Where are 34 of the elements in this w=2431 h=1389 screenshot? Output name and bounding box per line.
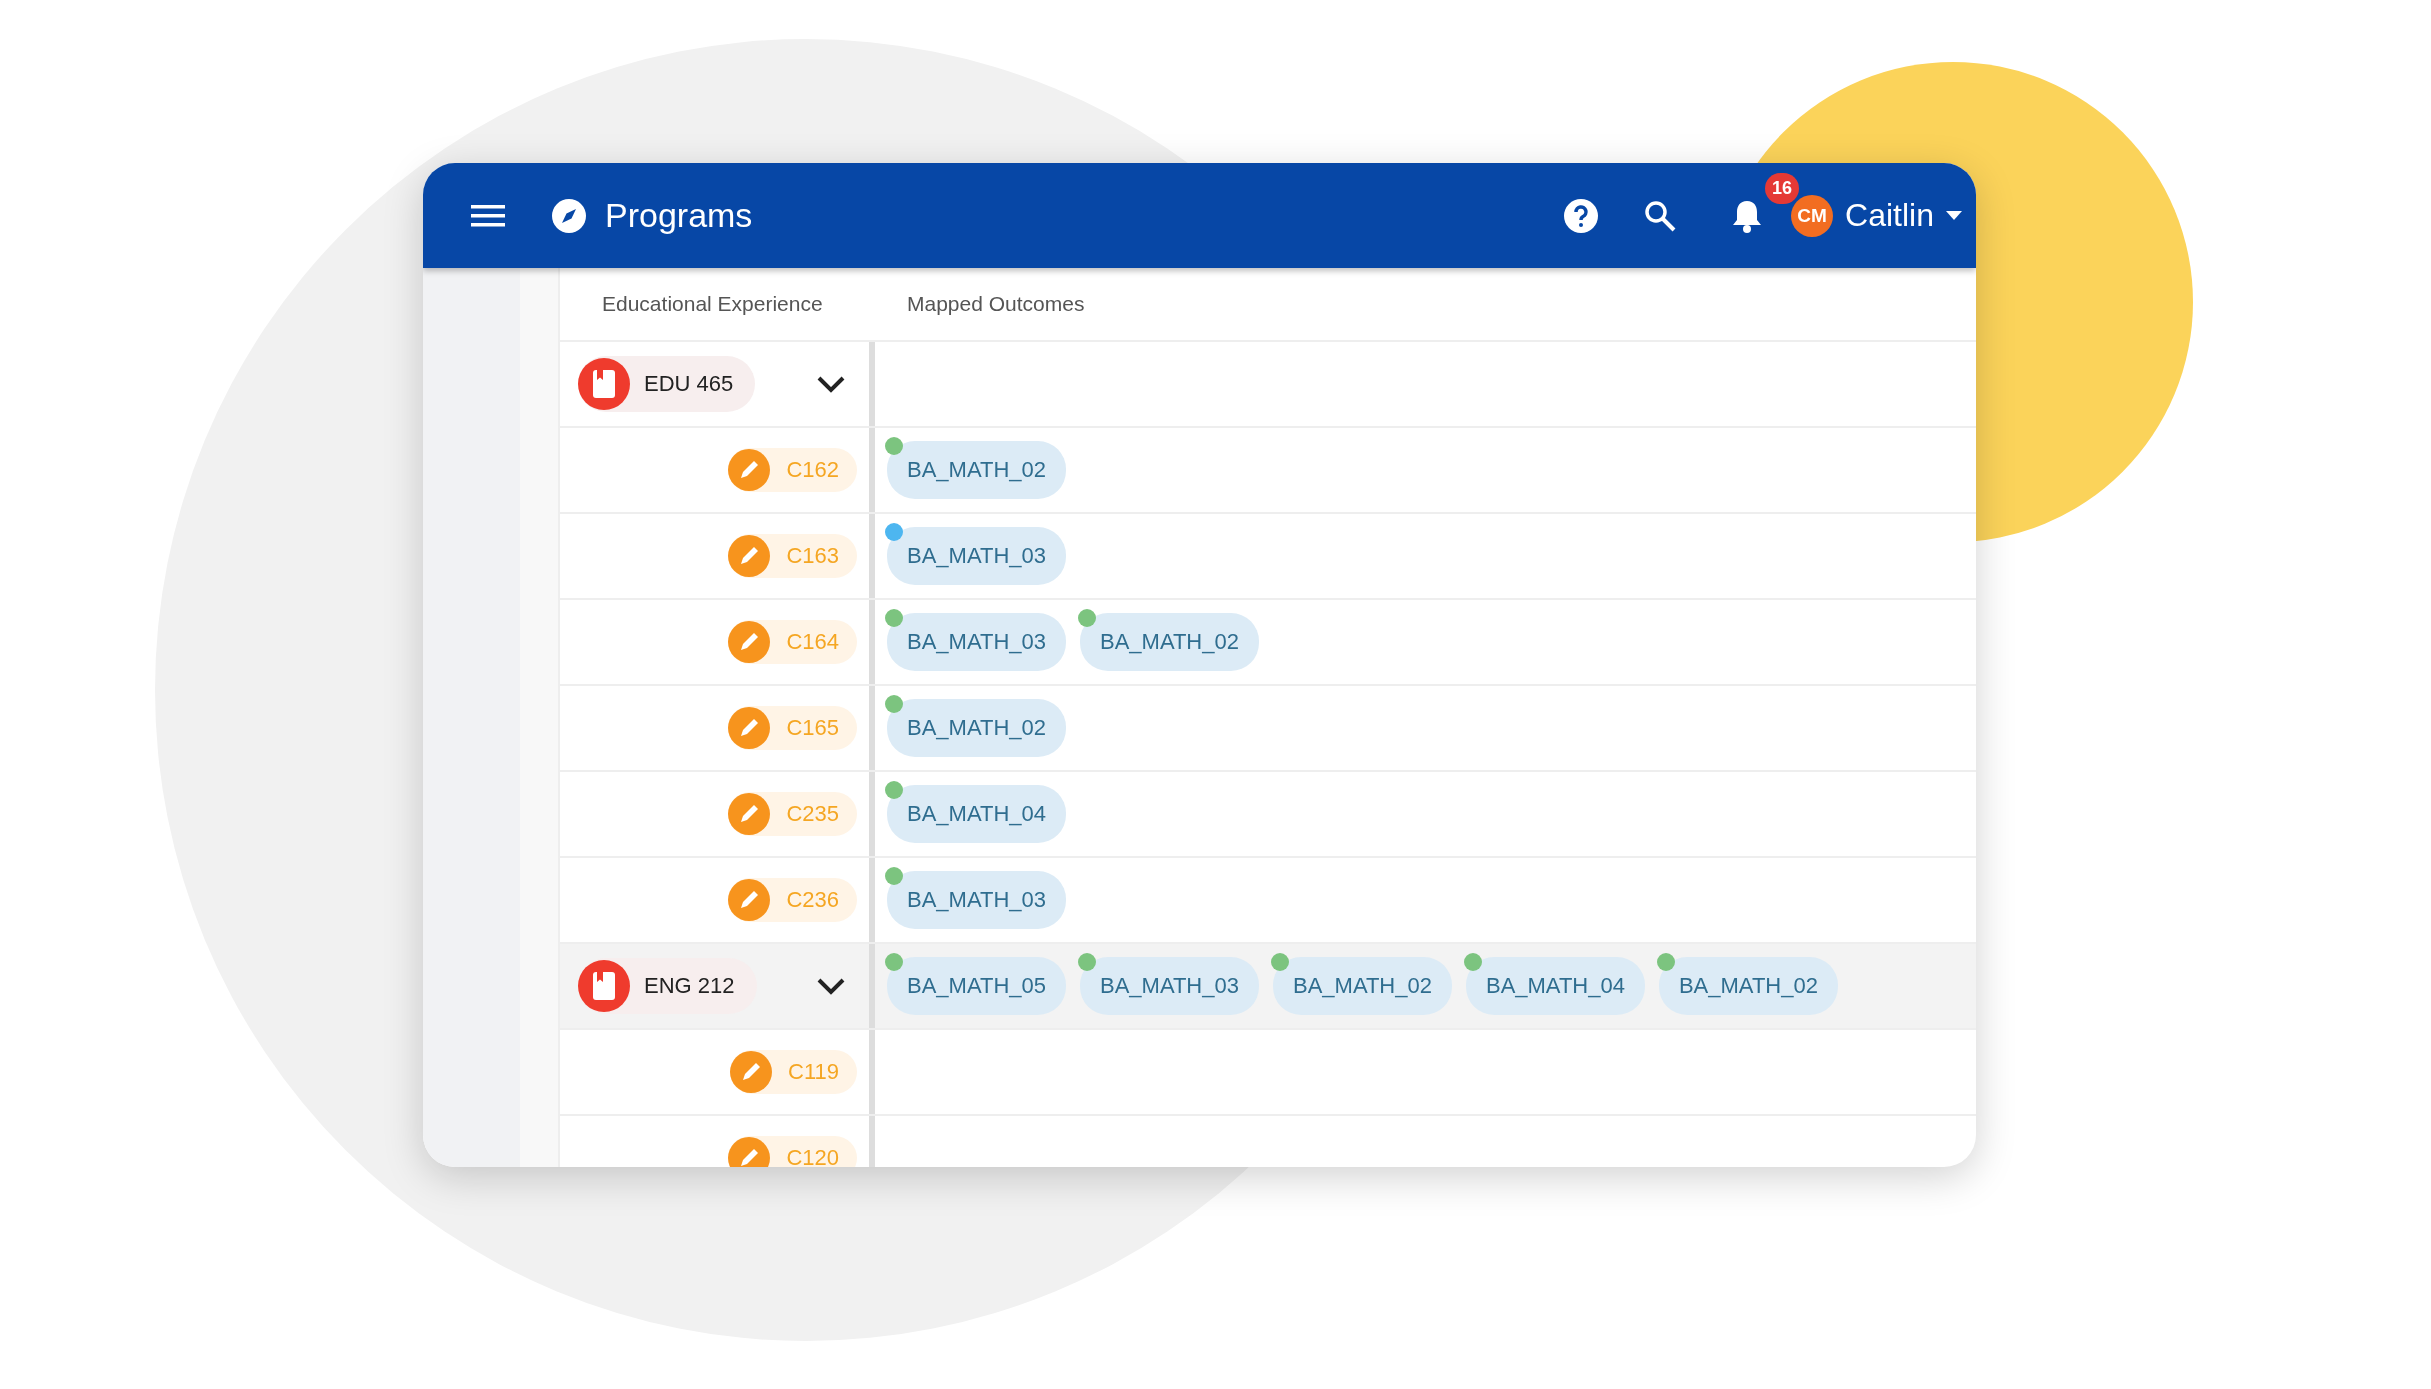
chevron-icon[interactable]: [817, 977, 845, 995]
course-code: ENG 212: [644, 973, 735, 999]
caret-icon: [1946, 210, 1962, 221]
user-menu[interactable]: Caitlin: [1845, 197, 1962, 234]
column-header: Educational Experience: [601, 292, 824, 316]
experience-code: C120: [786, 1145, 839, 1167]
notification-badge: 16: [1765, 172, 1800, 204]
experience-code: C162: [786, 457, 839, 483]
experience-code: C236: [786, 887, 839, 913]
menu-icon[interactable]: [471, 202, 505, 229]
experience-code: C119: [788, 1059, 839, 1085]
experience-code: C164: [786, 629, 839, 655]
course-row[interactable]: EDU 465: [560, 342, 1976, 428]
pencil-icon: [730, 1051, 773, 1093]
experience-code: C165: [786, 715, 839, 741]
user-avatar: CM: [1791, 194, 1834, 237]
pencil-icon: [728, 879, 771, 921]
app-title: Programs: [605, 196, 753, 235]
column-header: Mapped Outcomes: [906, 292, 1085, 316]
pencil-icon: [728, 449, 771, 491]
pencil-icon: [728, 707, 771, 749]
course-code: EDU 465: [644, 371, 734, 397]
compass-icon: [551, 197, 587, 234]
book-icon: [578, 960, 630, 1012]
pencil-icon: [728, 793, 771, 835]
pencil-icon: [728, 535, 771, 577]
book-icon: [578, 358, 630, 410]
experience-code: C163: [786, 543, 839, 569]
experience-code: C235: [786, 801, 839, 827]
search-icon[interactable]: [1643, 198, 1678, 233]
help-icon[interactable]: [1563, 197, 1600, 234]
chevron-icon[interactable]: [817, 375, 845, 393]
pencil-icon: [728, 621, 771, 663]
course-row[interactable]: ENG 212 BA_MATH_05 BA_MATH_03 BA_MATH_02 BA_MATH_04 BA_MATH_02: [560, 944, 1976, 1030]
